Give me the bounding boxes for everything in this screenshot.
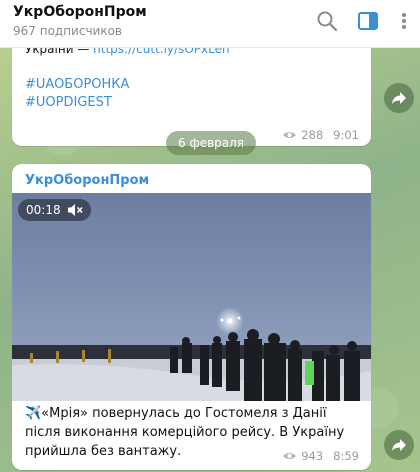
- share-button[interactable]: [384, 430, 414, 460]
- sender-name[interactable]: УкрОборонПром: [25, 173, 149, 188]
- video-player[interactable]: 00:18: [12, 193, 371, 401]
- mute-icon[interactable]: [67, 203, 83, 217]
- share-arrow-icon: [392, 92, 406, 104]
- view-count: 288: [301, 128, 324, 142]
- channel-title[interactable]: УкрОборонПром: [13, 4, 147, 20]
- message-time: 9:01: [333, 128, 359, 142]
- hashtag-link[interactable]: #UOPDIGEST: [25, 95, 112, 110]
- video-duration-badge[interactable]: 00:18: [18, 199, 91, 221]
- share-button[interactable]: [384, 83, 414, 113]
- share-arrow-icon: [392, 439, 406, 451]
- search-icon[interactable]: [316, 10, 338, 32]
- view-count: 943: [301, 449, 324, 463]
- eye-icon: [283, 132, 297, 138]
- date-divider: 6 февраля: [166, 131, 257, 155]
- message-meta: 288 9:01: [282, 128, 359, 142]
- hashtag-link[interactable]: #UAOБОРОНКА: [25, 77, 129, 92]
- chat-header[interactable]: УкрОборонПром 967 подписчиков: [0, 0, 420, 48]
- more-vertical-icon[interactable]: [398, 10, 410, 32]
- message-time: 8:59: [333, 449, 359, 463]
- message-bubble[interactable]: УкрОборонПром 00:18 ✈️«Мрія» повернулась…: [12, 164, 371, 470]
- sidebar-toggle-icon[interactable]: [357, 10, 379, 32]
- video-duration: 00:18: [26, 203, 61, 217]
- eye-icon: [283, 453, 297, 459]
- subscriber-count: 967 подписчиков: [13, 24, 122, 38]
- video-thumbnail: [12, 307, 371, 401]
- message-meta: 943 8:59: [282, 449, 359, 463]
